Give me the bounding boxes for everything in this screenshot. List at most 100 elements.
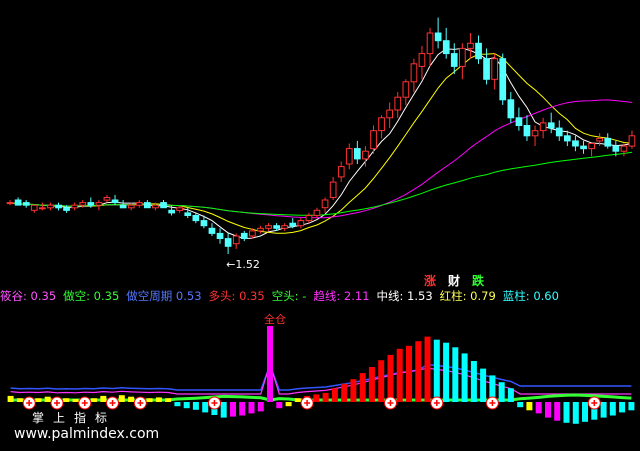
- indicator-bar: [563, 402, 570, 423]
- indicator-bar: [44, 396, 51, 402]
- candle-body: [184, 212, 192, 216]
- chart-canvas: ←1.52 全仓: [6, 17, 636, 424]
- candle-body: [628, 135, 636, 147]
- candle-body: [499, 58, 507, 101]
- indicator-bar: [35, 398, 42, 402]
- candle-body: [329, 181, 337, 199]
- candle-body: [394, 96, 402, 111]
- indicator-bar: [517, 402, 524, 408]
- candle-body: [168, 209, 176, 214]
- candle-body: [612, 145, 620, 152]
- candle-body: [265, 225, 272, 229]
- indicator-legend: 筱谷: 0.35 做空: 0.35 做空周期 0.53 多头: 0.35 空头: - 趋线…: [0, 288, 640, 304]
- indicator-bar: [165, 398, 172, 402]
- candle-body: [354, 148, 361, 160]
- candle-body: [135, 202, 143, 206]
- candle-body: [152, 204, 159, 209]
- candle-body: [555, 127, 563, 137]
- candle-body: [337, 166, 345, 178]
- candle-body: [95, 202, 103, 206]
- indicator-bar: [433, 339, 440, 402]
- candle-body: [297, 220, 305, 227]
- indicator-bar: [16, 398, 23, 402]
- candle-body: [289, 222, 297, 227]
- candle-body: [321, 199, 329, 209]
- legend-item: 筱谷: 0.35: [0, 289, 57, 303]
- candle-body: [216, 232, 224, 239]
- candle-body: [386, 109, 393, 119]
- signal-label: 涨: [424, 274, 437, 288]
- candle-body: [475, 42, 482, 60]
- indicator-bar: [118, 395, 125, 402]
- indicator-bar: [619, 402, 626, 413]
- indicator-bar: [368, 367, 375, 402]
- candle-body: [305, 215, 313, 222]
- indicator-bar: [63, 398, 70, 402]
- candle-body: [345, 148, 353, 165]
- signal-label: 跌: [472, 274, 485, 288]
- indicator-bar: [535, 402, 542, 414]
- indicator-bar: [146, 398, 153, 402]
- indicator-bar: [230, 402, 236, 417]
- indicator-bar: [415, 341, 422, 402]
- indicator-bar: [600, 402, 607, 418]
- chart-stage: { "price_panel": { "low_marker_label": "…: [0, 0, 640, 451]
- candle-body: [580, 145, 587, 150]
- candle-body: [450, 53, 458, 67]
- indicator-bar: [628, 402, 635, 411]
- candle-body: [442, 40, 450, 55]
- candle-body: [467, 42, 474, 49]
- candle-body: [313, 209, 321, 216]
- indicator-bar: [100, 395, 107, 402]
- candle-body: [127, 204, 135, 209]
- indicator-bar: [359, 373, 366, 402]
- candle-body: [22, 202, 30, 206]
- candle-body: [459, 47, 466, 67]
- candle-body: [192, 215, 200, 222]
- indicator-bar: [183, 402, 190, 409]
- indicator-bar: [91, 398, 97, 402]
- candle-body: [362, 150, 369, 160]
- legend-item: 蓝柱: 0.60: [502, 289, 559, 303]
- indicator-bar: [7, 395, 14, 402]
- indicator-bar: [174, 402, 181, 407]
- indicator-bar: [202, 402, 209, 413]
- indicator-bar: [72, 399, 79, 402]
- indicator-bar: [248, 402, 255, 414]
- indicator-bar: [443, 342, 450, 402]
- watermark: 掌上指标 www.palmindex.com: [14, 410, 159, 442]
- indicator-bar: [322, 392, 329, 402]
- indicator-bar: [192, 402, 199, 410]
- indicator-bar: [461, 353, 468, 402]
- candle-body: [370, 130, 377, 150]
- signal-icons: 涨财跌: [424, 272, 496, 289]
- indicator-bar: [396, 348, 403, 402]
- candle-body: [47, 204, 54, 209]
- indicator-bar: [257, 402, 264, 412]
- candle-body: [208, 227, 216, 234]
- candle-body: [491, 58, 498, 80]
- indicator-bar: [350, 379, 357, 402]
- candle-body: [596, 137, 603, 142]
- candle-body: [30, 204, 38, 211]
- candle-body: [160, 202, 167, 209]
- indicator-bar: [498, 382, 505, 402]
- legend-item: 做空周期 0.53: [126, 289, 202, 303]
- candle-body: [257, 227, 264, 232]
- candle-body: [620, 145, 628, 152]
- candle-body: [418, 53, 426, 67]
- indicator-bar: [155, 397, 162, 402]
- candle-body: [14, 199, 22, 206]
- indicator-bar: [406, 345, 412, 402]
- candle-body: [378, 117, 385, 132]
- candle-body: [71, 204, 79, 209]
- legend-item: 红柱: 0.79: [439, 289, 496, 303]
- candle-body: [523, 125, 531, 137]
- candle-body: [6, 202, 14, 205]
- candle-body: [483, 58, 490, 80]
- candle-body: [119, 204, 127, 209]
- candle-body: [531, 130, 539, 137]
- indicator-bar: [470, 361, 477, 402]
- indicator-bar: [424, 336, 431, 402]
- candle-body: [426, 32, 434, 55]
